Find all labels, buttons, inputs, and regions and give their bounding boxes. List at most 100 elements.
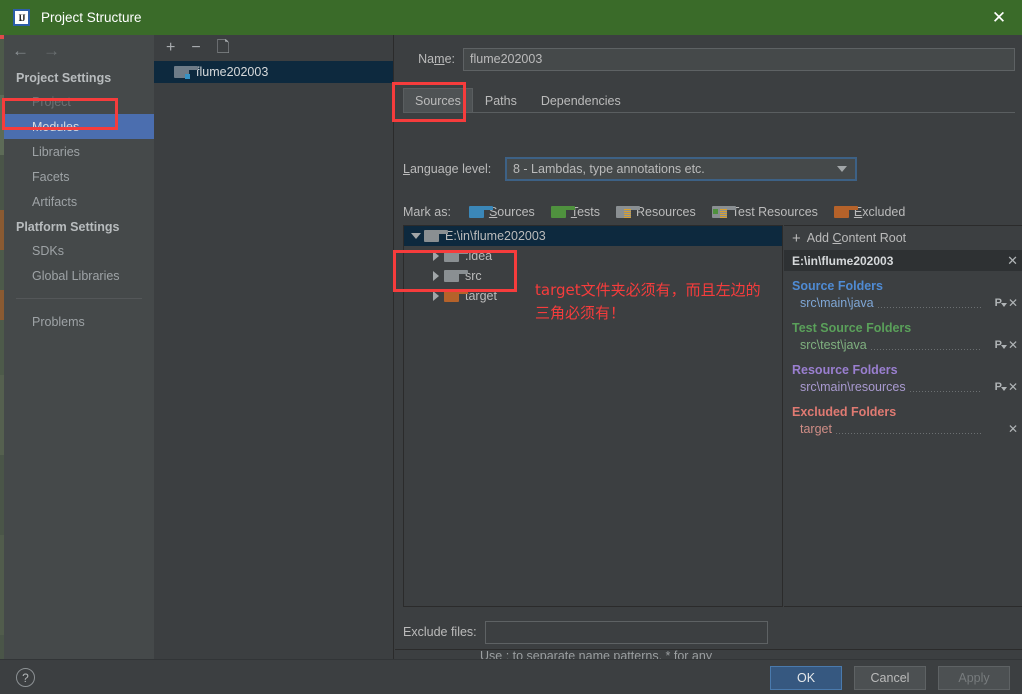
source-folder-path: src\main\java [800,296,874,310]
source-folders-heading: Source Folders [792,279,883,293]
close-icon[interactable]: ✕ [976,0,1022,35]
plus-icon: + [792,229,801,247]
resources-folder-icon [616,206,640,218]
exclude-files-label: Exclude files: [403,625,477,639]
excluded-folders-heading: Excluded Folders [792,405,897,419]
language-level-select[interactable]: 8 - Lambdas, type annotations etc. [505,157,857,181]
test-source-folder-entry[interactable]: src\test\java P ✕ [784,335,1022,355]
tabs-underline [403,112,1015,113]
content-root-tree[interactable]: E:\in\flume202003 .idea src target [403,225,783,607]
tree-row[interactable]: .idea [404,246,782,266]
dotted-leader [870,349,982,350]
sources-folder-icon [468,206,493,218]
expand-twisty-down-icon[interactable] [408,233,424,239]
excluded-folder-entry[interactable]: target ✕ [784,419,1022,439]
module-name-label: Name: [418,52,455,66]
mark-as-resources-button[interactable]: Resources [616,205,696,219]
folder-icon [444,250,468,262]
tree-row-target[interactable]: target [404,286,782,306]
tree-row-label: target [465,289,497,303]
remove-content-root-icon[interactable]: ✕ [1007,253,1018,269]
mark-as-tests-button[interactable]: Tests [550,205,600,219]
add-content-root-label: Add Content Root [806,231,907,245]
sidebar-item-artifacts[interactable]: Artifacts [4,189,154,214]
package-prefix-icon[interactable]: P [995,297,1008,309]
mark-as-label: Mark as: [403,205,451,219]
tree-row-label: .idea [465,249,493,263]
remove-resource-folder-icon[interactable]: ✕ [1008,380,1018,394]
back-arrow-icon[interactable]: ← [12,42,29,59]
copy-module-icon[interactable]: 🗋 [217,40,230,56]
language-level-value: 8 - Lambdas, type annotations etc. [513,162,705,176]
add-module-icon[interactable]: + [166,40,175,56]
tree-row[interactable]: src [404,266,782,286]
expand-twisty-right-icon[interactable] [428,291,444,301]
dialog-footer: ? OK Cancel Apply [0,659,1022,694]
language-level-label: Language level: [403,162,492,176]
content-root-header: E:\in\flume202003 ✕ [784,250,1022,271]
forward-arrow-icon[interactable]: → [43,42,60,59]
exclude-files-input[interactable] [484,620,768,644]
sidebar-item-problems[interactable]: Problems [4,309,154,334]
expand-twisty-right-icon[interactable] [428,271,444,281]
module-editor: Name: Sources Paths Dependencies Languag… [395,35,1022,680]
package-prefix-icon[interactable]: P [995,381,1008,393]
modules-list-panel: + − 🗋 flume202003 [154,35,394,659]
mark-as-sources-label: Sources [488,205,535,219]
help-icon[interactable]: ? [16,668,35,687]
excluded-folder-icon [444,290,468,302]
remove-module-icon[interactable]: − [191,40,200,56]
expand-twisty-right-icon[interactable] [428,251,444,261]
dotted-leader [909,391,982,392]
remove-excluded-folder-icon[interactable]: ✕ [1008,422,1018,436]
language-level-row: Language level: 8 - Lambdas, type annota… [403,157,857,181]
modules-list: flume202003 [154,61,393,83]
resource-folders-heading: Resource Folders [792,363,898,377]
package-prefix-icon[interactable]: P [995,339,1008,351]
exclude-files-row: Exclude files: [403,620,768,644]
tab-sources[interactable]: Sources [403,88,473,113]
module-list-item[interactable]: flume202003 [154,61,393,83]
module-tabs: Sources Paths Dependencies [403,87,633,113]
modules-toolbar: + − 🗋 [154,35,393,61]
tab-dependencies[interactable]: Dependencies [529,88,633,113]
sidebar-group-platform-settings: Platform Settings [16,220,120,234]
test-resources-folder-icon [711,206,736,218]
remove-source-folder-icon[interactable]: ✕ [1008,296,1018,310]
tests-folder-icon [550,206,575,218]
cancel-button[interactable]: Cancel [854,666,926,690]
folder-icon [424,230,448,242]
remove-test-source-folder-icon[interactable]: ✕ [1008,338,1018,352]
add-content-root-button[interactable]: + Add Content Root [784,226,1022,250]
sidebar-group-project-settings: Project Settings [16,71,112,85]
mark-as-resources-label: Resources [636,205,696,219]
resource-folder-entry[interactable]: src\main\resources P ✕ [784,377,1022,397]
module-name-input[interactable] [463,47,1015,71]
ok-button[interactable]: OK [770,666,842,690]
sidebar-item-libraries[interactable]: Libraries [4,139,154,164]
window-title: Project Structure [41,10,142,25]
dotted-leader [877,307,982,308]
sidebar-item-facets[interactable]: Facets [4,164,154,189]
tree-row[interactable]: E:\in\flume202003 [404,226,782,246]
sidebar-item-project[interactable]: Project [4,89,154,114]
source-folder-entry[interactable]: src\main\java P ✕ [784,293,1022,313]
mark-as-test-resources-button[interactable]: Test Resources [711,205,818,219]
sidebar-item-global-libraries[interactable]: Global Libraries [4,263,154,288]
sidebar-item-sdks[interactable]: SDKs [4,238,154,263]
folder-icon [444,270,468,282]
project-structure-dialog: IJ Project Structure ✕ ← → Project Setti… [0,0,1022,694]
sidebar-item-modules[interactable]: Modules [4,114,154,139]
sidebar-nav: ← → [4,35,154,65]
module-folder-icon [174,66,198,79]
module-name-row: Name: [403,47,1015,71]
resource-folder-path: src\main\resources [800,380,906,394]
intellij-logo-icon: IJ [13,9,30,26]
test-source-folders-heading: Test Source Folders [792,321,912,335]
content-roots-panel: + Add Content Root E:\in\flume202003 ✕ S… [784,225,1022,607]
tab-paths[interactable]: Paths [473,88,529,113]
mark-as-test-resources-label: Test Resources [731,205,818,219]
excluded-folder-path: target [800,422,832,436]
mark-as-excluded-button[interactable]: Excluded [833,205,905,219]
mark-as-sources-button[interactable]: Sources [468,205,535,219]
